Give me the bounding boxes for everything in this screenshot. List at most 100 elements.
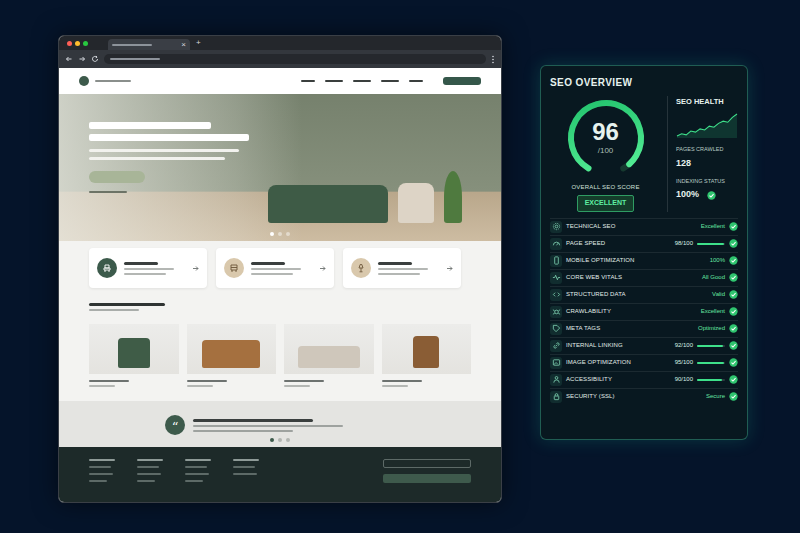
subscribe-button[interactable] — [383, 474, 471, 483]
nav-link[interactable] — [325, 80, 343, 82]
check-icon — [729, 273, 738, 282]
metric-value: 90/100 — [675, 375, 693, 384]
score-track — [697, 243, 725, 245]
code-icon — [550, 289, 562, 301]
product-card[interactable] — [89, 324, 179, 387]
metric-value: Excellent — [701, 307, 725, 316]
text-line — [89, 309, 139, 311]
panel-title: SEO OVERVIEW — [550, 75, 738, 90]
link-icon — [550, 340, 562, 352]
new-tab-button[interactable]: + — [196, 39, 201, 47]
nav-link[interactable] — [301, 80, 315, 82]
metric-label: META TAGS — [566, 324, 694, 333]
health-chart — [676, 110, 738, 138]
chair-icon — [102, 263, 112, 273]
metric-list: TECHNICAL SEOExcellentPAGE SPEED98/100MO… — [550, 218, 738, 405]
check-icon — [729, 392, 738, 401]
metric-value: 95/100 — [675, 358, 693, 367]
menu-dots-icon[interactable] — [491, 55, 495, 64]
product-card[interactable] — [187, 324, 277, 387]
phone-icon — [550, 255, 562, 267]
minimize-window-icon[interactable] — [75, 41, 80, 46]
browser-tab[interactable]: × — [108, 39, 190, 50]
close-window-icon[interactable] — [67, 41, 72, 46]
carousel-dot[interactable] — [278, 232, 282, 236]
headline-placeholder — [89, 134, 249, 141]
health-title: SEO HEALTH — [676, 96, 738, 107]
arrow-right-icon[interactable] — [446, 265, 453, 272]
score-fill — [697, 243, 724, 245]
site-footer — [59, 447, 501, 502]
nav-link[interactable] — [381, 80, 399, 82]
metric-value: 92/100 — [675, 341, 693, 350]
feature-card[interactable] — [216, 248, 334, 288]
trend-chart — [676, 110, 738, 138]
score-track — [697, 362, 725, 364]
score-label: OVERALL SEO SCORE — [571, 183, 639, 192]
tag-icon — [550, 323, 562, 335]
indexing-label: INDEXING STATUS — [676, 177, 738, 185]
carousel-dot[interactable] — [286, 438, 290, 442]
metric-row: TECHNICAL SEOExcellent — [550, 218, 738, 235]
metric-value: Excellent — [701, 222, 725, 231]
brand-placeholder — [95, 80, 131, 82]
nav-link[interactable] — [409, 80, 423, 82]
feature-card[interactable] — [343, 248, 461, 288]
feature-card[interactable] — [89, 248, 207, 288]
trend-line — [677, 114, 737, 136]
header-button[interactable] — [443, 77, 481, 85]
metric-row: IMAGE OPTIMIZATION95/100 — [550, 354, 738, 371]
browser-window: × + — [58, 35, 502, 503]
logo-icon[interactable] — [79, 76, 89, 86]
carousel-dot[interactable] — [278, 438, 282, 442]
arrow-right-icon[interactable] — [319, 265, 326, 272]
check-icon — [707, 191, 716, 200]
metric-label: ACCESSIBILITY — [566, 375, 671, 384]
metric-label: PAGE SPEED — [566, 239, 671, 248]
carousel-dot[interactable] — [270, 232, 274, 236]
check-icon — [729, 256, 738, 265]
maximize-window-icon[interactable] — [83, 41, 88, 46]
product-card[interactable] — [382, 324, 472, 387]
metric-row: CRAWLABILITYExcellent — [550, 303, 738, 320]
carousel-dots — [59, 435, 501, 447]
site-nav — [301, 77, 481, 85]
check-icon — [729, 324, 738, 333]
window-controls — [67, 41, 88, 46]
gauge-fill — [564, 96, 648, 180]
check-icon — [729, 375, 738, 384]
arrow-right-icon[interactable] — [192, 265, 199, 272]
testimonial: “ — [59, 401, 501, 447]
nav-link[interactable] — [353, 80, 371, 82]
text-line — [89, 157, 225, 160]
carousel-dot[interactable] — [270, 438, 274, 442]
metric-row: INTERNAL LINKING92/100 — [550, 337, 738, 354]
check-icon — [729, 307, 738, 316]
product-section — [59, 299, 501, 401]
metric-row: CORE WEB VITALSAll Good — [550, 269, 738, 286]
metric-value: 100% — [710, 256, 725, 265]
indexing-status: 100% — [676, 188, 738, 202]
score-max: /100 — [592, 145, 619, 157]
text-line — [193, 425, 343, 427]
reload-icon[interactable] — [91, 55, 99, 63]
tab-title-placeholder — [112, 44, 152, 46]
check-icon — [729, 290, 738, 299]
health-section: SEO HEALTH PAGES CRAWLED 128 INDEXING ST… — [667, 96, 738, 212]
website-preview: “ — [59, 68, 501, 502]
forward-arrow-icon[interactable] — [78, 55, 86, 63]
bug-icon — [550, 306, 562, 318]
site-header — [59, 68, 501, 94]
carousel-dot[interactable] — [286, 232, 290, 236]
score-fill — [697, 345, 723, 347]
url-field[interactable] — [104, 54, 486, 64]
hero-photo — [259, 122, 471, 229]
feature-cards — [59, 241, 501, 299]
hero-button[interactable] — [89, 171, 145, 183]
tab-close-button[interactable]: × — [181, 41, 186, 49]
back-arrow-icon[interactable] — [65, 55, 73, 63]
product-card[interactable] — [284, 324, 374, 387]
email-field[interactable] — [383, 459, 471, 468]
section-title-placeholder — [89, 303, 165, 306]
score-section: 96 /100 OVERALL SEO SCORE EXCELLENT — [550, 96, 661, 212]
